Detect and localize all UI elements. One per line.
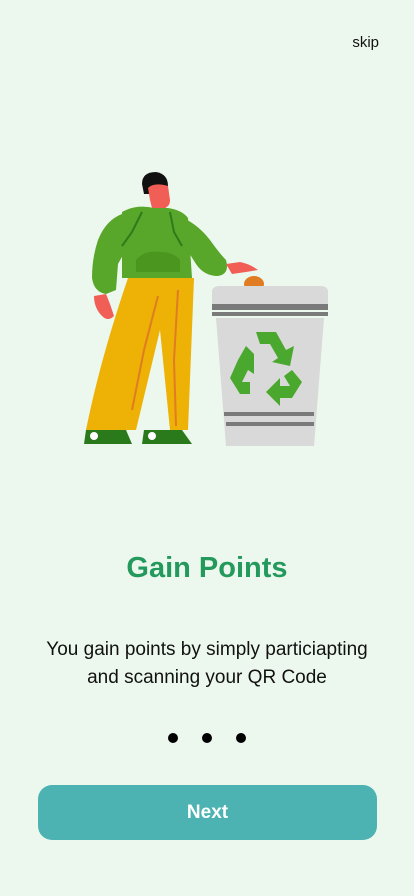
onboarding-screen: skip Gain Points You gain points by simp…	[0, 0, 414, 896]
next-button[interactable]: Next	[38, 785, 377, 840]
page-dot-3[interactable]	[236, 733, 246, 743]
recycle-person-illustration	[84, 172, 328, 446]
onboarding-title: Gain Points	[126, 552, 288, 584]
page-dot-1[interactable]	[168, 733, 178, 743]
skip-button[interactable]: skip	[352, 34, 379, 51]
page-indicator	[0, 733, 414, 743]
page-dot-2[interactable]	[202, 733, 212, 743]
onboarding-description: You gain points by simply particiapting …	[46, 639, 368, 688]
recycle-bin-icon	[212, 276, 328, 446]
